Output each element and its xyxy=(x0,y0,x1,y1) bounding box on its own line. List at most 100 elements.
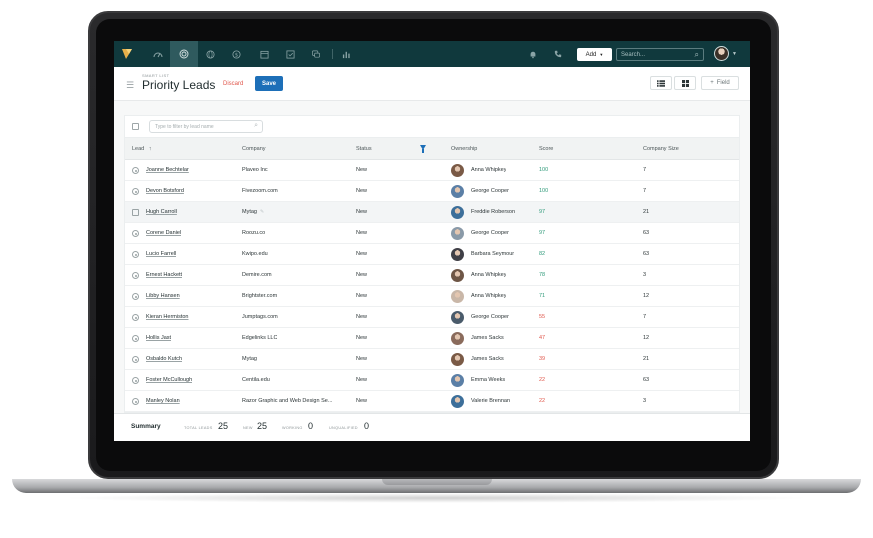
column-header-lead[interactable]: Lead ↑ xyxy=(132,138,152,160)
total-leads-label: TOTAL LEADS xyxy=(184,426,213,430)
column-header-ownership[interactable]: Ownership xyxy=(451,138,477,160)
calendar-icon[interactable] xyxy=(252,41,276,67)
table-row[interactable]: Hugh Carroll Mytag ✎ New Freddie Roberson 97 2… xyxy=(125,202,739,223)
owner-avatar xyxy=(451,185,464,198)
owner-name: Anna Whipkey xyxy=(471,293,507,299)
bell-icon[interactable] xyxy=(521,41,545,67)
lead-name-link[interactable]: Ernest Hackett xyxy=(146,265,182,286)
company-size-cell: 63 xyxy=(643,377,650,383)
company-size-cell: 3 xyxy=(643,398,647,404)
table-row[interactable]: Corene Daniel Roozu.co New George Cooper 97 6… xyxy=(125,223,739,244)
owner-name: George Cooper xyxy=(471,230,509,236)
score-cell: 55 xyxy=(539,314,546,320)
lead-status-icon[interactable] xyxy=(132,188,139,195)
table-row[interactable]: Ernest Hackett Demire.com New Anna Whipkey 7… xyxy=(125,265,739,286)
column-header-company-size[interactable]: Company Size xyxy=(643,138,679,160)
lead-name-link[interactable]: Corene Daniel xyxy=(146,223,181,244)
status-cell: New xyxy=(356,377,368,383)
owner-name: Barbara Seymour xyxy=(471,251,515,257)
dollar-icon[interactable]: $ xyxy=(224,41,248,67)
lead-status-icon[interactable] xyxy=(132,356,139,363)
company-cell: Brightster.com xyxy=(242,293,278,299)
table-row[interactable]: Devon Botsford Fivezoom.com New George Coop… xyxy=(125,181,739,202)
filter-funnel-icon[interactable] xyxy=(420,145,426,153)
select-all-checkbox[interactable] xyxy=(132,123,139,130)
company-cell: Kwipo.edu xyxy=(242,251,268,257)
company-cell: Mytag xyxy=(242,356,257,362)
working-value: 0 xyxy=(308,421,314,431)
lead-name-link[interactable]: Libby Hansen xyxy=(146,286,180,307)
owner-avatar xyxy=(451,164,464,177)
gauge-icon[interactable] xyxy=(146,41,170,67)
lead-name-link[interactable]: Hollis Jast xyxy=(146,328,171,349)
user-menu-chevron-icon[interactable]: ▼ xyxy=(732,51,737,57)
user-avatar[interactable] xyxy=(714,46,729,61)
table-row[interactable]: Manley Nolan Razor Graphic and Web Design… xyxy=(125,391,739,412)
phone-icon[interactable] xyxy=(546,41,570,67)
add-field-label: Field xyxy=(716,80,730,86)
company-size-cell: 7 xyxy=(643,188,647,194)
column-header-status[interactable]: Status xyxy=(356,138,372,160)
edit-pencil-icon[interactable]: ✎ xyxy=(260,209,264,215)
laptop-mockup: $ Add ▼ Search... ⌕ ▼ ☰ SMART LIST Prior… xyxy=(0,0,873,538)
owner-name: James Sacks xyxy=(471,335,504,341)
lead-status-icon[interactable] xyxy=(132,251,139,258)
unqualified-value: 0 xyxy=(364,421,370,431)
owner-name: Valerie Brennan xyxy=(471,398,511,404)
table-row[interactable]: Lucio Farrell Kwipo.edu New Barbara Seymour… xyxy=(125,244,739,265)
table-row[interactable]: Foster McCullough Centila.edu New Emma Week… xyxy=(125,370,739,391)
table-row[interactable]: Kieran Hermiston Jumptags.com New George Co… xyxy=(125,307,739,328)
lead-status-icon[interactable] xyxy=(132,398,139,405)
company-cell: Razor Graphic and Web Design Se... xyxy=(242,398,333,404)
lead-status-icon[interactable] xyxy=(132,335,139,342)
score-cell: 97 xyxy=(539,230,546,236)
owner-name: Emma Weeks xyxy=(471,377,506,383)
table-row[interactable]: Joanne Bechtelar Plaveo Inc New Anna Whipke… xyxy=(125,160,739,181)
target-icon[interactable] xyxy=(170,41,198,67)
save-button[interactable]: Save xyxy=(255,76,283,91)
status-cell: New xyxy=(356,398,368,404)
table-row[interactable]: Hollis Jast Edgelinks LLC New James Sacks 47… xyxy=(125,328,739,349)
lead-name-link[interactable]: Joanne Bechtelar xyxy=(146,160,189,181)
logo-icon[interactable] xyxy=(122,49,132,59)
lead-status-icon[interactable] xyxy=(132,230,139,237)
lead-status-icon[interactable] xyxy=(132,272,139,279)
lead-name-link[interactable]: Osbaldo Kutch xyxy=(146,349,182,370)
lead-status-icon[interactable] xyxy=(132,314,139,321)
globe-icon[interactable] xyxy=(198,41,222,67)
table-row[interactable]: Osbaldo Kutch Mytag New James Sacks 39 21 xyxy=(125,349,739,370)
lead-name-link[interactable]: Lucio Farrell xyxy=(146,244,176,265)
grid-view-button[interactable] xyxy=(674,76,696,90)
company-size-cell: 21 xyxy=(643,209,650,215)
lead-name-link[interactable]: Kieran Hermiston xyxy=(146,307,189,328)
lead-name-link[interactable]: Manley Nolan xyxy=(146,391,180,412)
list-view-button[interactable] xyxy=(650,76,672,90)
add-field-button[interactable]: + Field xyxy=(701,76,739,90)
global-search-input[interactable]: Search... ⌕ xyxy=(616,48,704,61)
lead-filter-input[interactable]: Type to filter by lead name ⌕ xyxy=(149,120,263,133)
column-header-score[interactable]: Score xyxy=(539,138,553,160)
owner-avatar xyxy=(451,206,464,219)
chart-icon[interactable] xyxy=(334,41,358,67)
table-row[interactable]: Libby Hansen Brightster.com New Anna Whipke… xyxy=(125,286,739,307)
lead-name-link[interactable]: Foster McCullough xyxy=(146,370,192,391)
lead-status-icon[interactable] xyxy=(132,167,139,174)
lead-status-icon[interactable] xyxy=(132,293,139,300)
owner-avatar xyxy=(451,311,464,324)
row-checkbox[interactable] xyxy=(132,209,139,216)
owner-avatar xyxy=(451,395,464,408)
new-value: 25 xyxy=(257,421,268,431)
chat-icon[interactable] xyxy=(304,41,328,67)
company-size-cell: 3 xyxy=(643,272,647,278)
svg-text:$: $ xyxy=(234,52,237,58)
lead-name-link[interactable]: Hugh Carroll xyxy=(146,202,177,223)
lead-status-icon[interactable] xyxy=(132,377,139,384)
column-header-company[interactable]: Company xyxy=(242,138,266,160)
add-button[interactable]: Add ▼ xyxy=(577,48,612,61)
lead-name-link[interactable]: Devon Botsford xyxy=(146,181,184,202)
discard-button[interactable]: Discard xyxy=(223,81,243,87)
check-icon[interactable] xyxy=(278,41,302,67)
owner-name: James Sacks xyxy=(471,356,504,362)
hamburger-menu-icon[interactable]: ☰ xyxy=(126,80,134,91)
status-cell: New xyxy=(356,293,368,299)
